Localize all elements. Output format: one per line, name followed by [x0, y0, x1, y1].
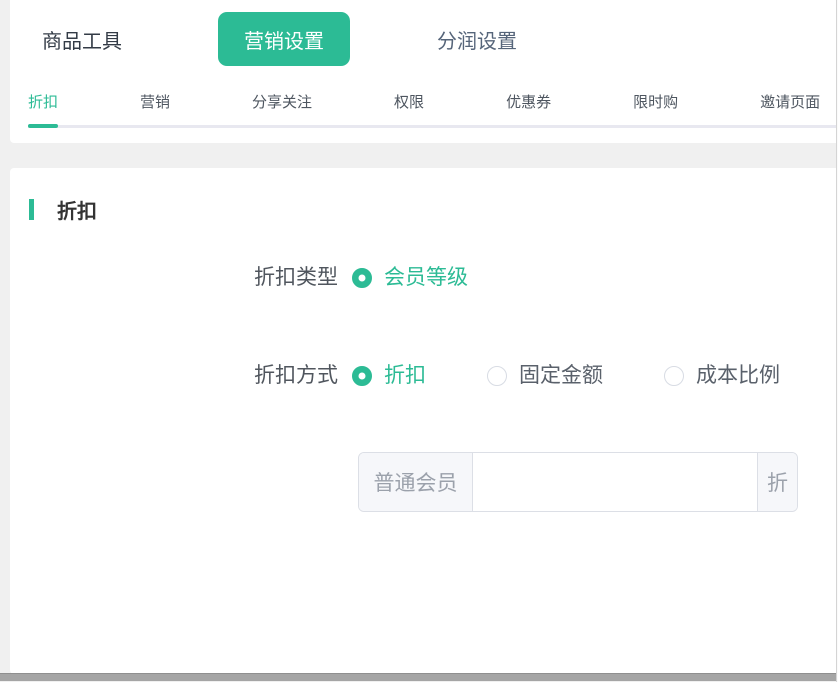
radio-fixed-amount[interactable]: 固定金额	[487, 365, 603, 387]
discount-panel: 折扣 折扣类型 会员等级 折扣方式 折扣 固定金额 成本比例	[10, 168, 838, 674]
radio-cost-ratio[interactable]: 成本比例	[664, 365, 780, 387]
radio-selected-icon	[352, 268, 372, 288]
input-suffix-label: 折	[757, 453, 797, 511]
sub-tab-bar: 折扣 营销 分享关注 权限 优惠券 限时购 邀请页面	[10, 78, 838, 124]
tab-profit-settings[interactable]: 分润设置	[437, 25, 517, 54]
radio-fixed-amount-label: 固定金额	[519, 365, 603, 387]
horizontal-scrollbar[interactable]	[0, 673, 838, 681]
discount-method-row: 折扣方式 折扣 固定金额 成本比例	[10, 365, 838, 389]
discount-type-label: 折扣类型	[10, 267, 338, 289]
discount-method-label: 折扣方式	[10, 365, 338, 387]
subtab-invite-page[interactable]: 邀请页面	[760, 91, 820, 112]
radio-member-level-label: 会员等级	[384, 267, 468, 289]
subtab-coupons[interactable]: 优惠券	[506, 91, 551, 112]
radio-discount-label: 折扣	[384, 365, 426, 387]
section-title-text: 折扣	[57, 195, 97, 224]
radio-unselected-icon	[487, 366, 507, 386]
section-title: 折扣	[29, 195, 97, 224]
subtab-marketing[interactable]: 营销	[140, 91, 170, 112]
radio-cost-ratio-label: 成本比例	[696, 365, 780, 387]
tabs-card: 商品工具 营销设置 分润设置 折扣 营销 分享关注 权限 优惠券 限时购 邀请页…	[10, 0, 838, 143]
subtab-discount[interactable]: 折扣	[28, 91, 58, 112]
radio-selected-icon	[352, 366, 372, 386]
top-tab-bar: 商品工具 营销设置 分润设置	[10, 0, 838, 78]
member-discount-input-group: 普通会员 折	[358, 452, 798, 512]
tab-marketing-settings[interactable]: 营销设置	[218, 12, 350, 66]
input-prefix-label: 普通会员	[359, 453, 473, 511]
radio-unselected-icon	[664, 366, 684, 386]
marketing-settings-page: 商品工具 营销设置 分润设置 折扣 营销 分享关注 权限 优惠券 限时购 邀请页…	[0, 0, 838, 682]
radio-discount[interactable]: 折扣	[352, 365, 426, 387]
tab-product-tools[interactable]: 商品工具	[42, 25, 122, 54]
subtab-flash-sale[interactable]: 限时购	[633, 91, 678, 112]
subtab-divider-line	[28, 125, 838, 128]
subtab-permissions[interactable]: 权限	[394, 91, 424, 112]
discount-type-row: 折扣类型 会员等级	[10, 267, 838, 291]
discount-value-input[interactable]	[473, 453, 757, 511]
subtab-share-follow[interactable]: 分享关注	[252, 91, 312, 112]
radio-member-level[interactable]: 会员等级	[352, 267, 468, 289]
active-tab-underline	[28, 124, 58, 128]
section-accent-bar	[29, 199, 34, 220]
